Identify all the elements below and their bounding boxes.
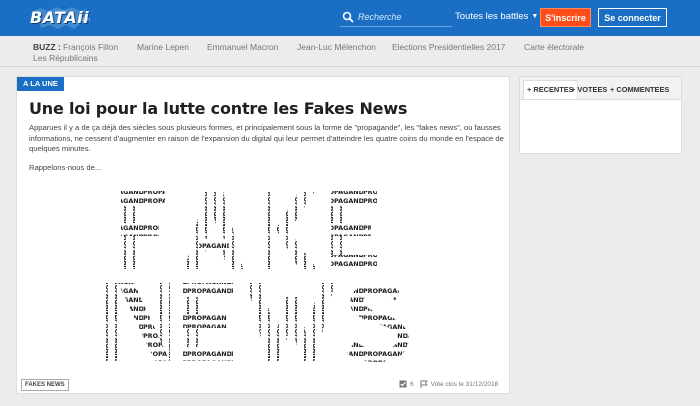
side-panel: + RECENTES + VOTEES + COMMENTEES: [519, 76, 682, 154]
buzz-bar: BUZZ : François Fillon Marine Lepen Emma…: [0, 36, 700, 67]
buzz-link-lepen[interactable]: Marine Lepen: [137, 42, 189, 52]
fake-word-graphic: [121, 191, 377, 269]
side-tabs: + RECENTES + VOTEES + COMMENTEES: [520, 77, 681, 100]
category-tag[interactable]: FAKES NEWS: [21, 379, 69, 391]
buzz-link-macron[interactable]: Emmanuel Macron: [207, 42, 278, 52]
top-navbar: BATAii .com Toutes les battles▼ S'inscri…: [0, 0, 700, 36]
featured-article-card: A LA UNE Une loi pour la lutte contre le…: [16, 76, 510, 394]
vote-count: 6: [410, 380, 414, 388]
fake-news-image[interactable]: PROPAGANDA PROPAGANDA: [99, 187, 429, 365]
search-box: [340, 8, 452, 27]
logo-suffix: .com: [79, 17, 90, 23]
buzz-label: BUZZ :: [33, 42, 61, 52]
checkbox-icon: [399, 380, 407, 388]
tab-recentes[interactable]: + RECENTES: [523, 80, 578, 99]
news-word-graphic: [103, 283, 409, 363]
tab-commentees[interactable]: + COMMENTEES: [610, 81, 669, 99]
tab-votees[interactable]: + VOTEES: [571, 81, 607, 99]
vote-closed-date: Vote clos le 31/12/2018: [430, 380, 499, 388]
flag-icon: [420, 380, 428, 388]
search-icon[interactable]: [342, 11, 354, 23]
article-excerpt: Apparues il y a de ça déjà des siècles s…: [29, 123, 504, 153]
login-button[interactable]: Se connecter: [598, 8, 667, 27]
all-battles-dropdown[interactable]: Toutes les battles ▼: [455, 11, 538, 22]
caret-down-icon: ▼: [531, 13, 539, 20]
site-logo[interactable]: BATAii .com: [30, 6, 96, 30]
article-title[interactable]: Une loi pour la lutte contre les Fakes N…: [29, 99, 407, 118]
buzz-link-republicains[interactable]: Les Républicains: [33, 53, 98, 63]
search-input[interactable]: [358, 8, 450, 26]
all-battles-label: Toutes les battles: [455, 11, 529, 22]
buzz-link-elections[interactable]: Elections Presidentielles 2017: [392, 42, 505, 52]
buzz-link-melenchon[interactable]: Jean-Luc Mélenchon: [297, 42, 376, 52]
buzz-link-fillon[interactable]: François Fillon: [63, 42, 118, 52]
article-footer: 6 Vote clos le 31/12/2018: [399, 380, 498, 388]
buzz-link-carte[interactable]: Carte électorale: [524, 42, 584, 52]
article-read-more[interactable]: Rappelons-nous de...: [29, 163, 101, 172]
signup-button[interactable]: S'inscrire: [540, 8, 591, 27]
featured-tag: A LA UNE: [17, 77, 64, 91]
